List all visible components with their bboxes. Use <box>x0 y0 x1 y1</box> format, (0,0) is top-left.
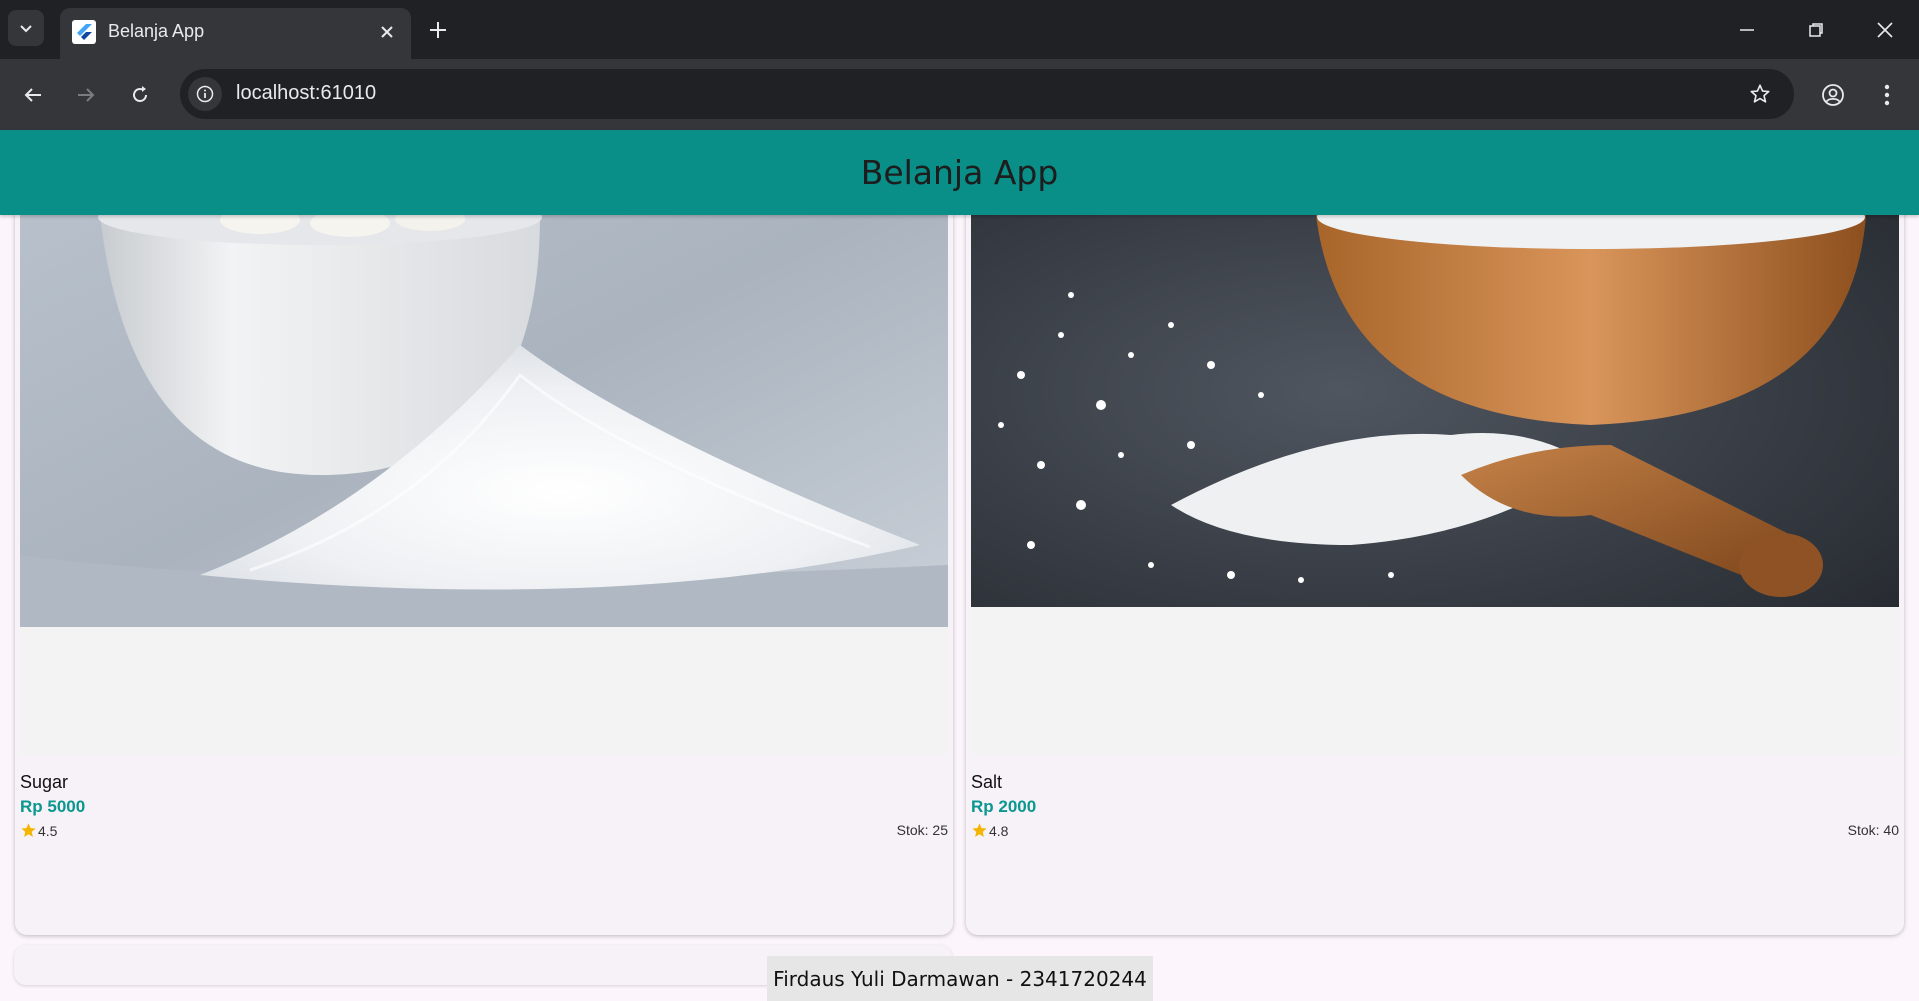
forward-icon <box>78 88 95 102</box>
sugar-image <box>20 215 948 627</box>
star-icon <box>21 823 36 837</box>
minimize-button[interactable] <box>1727 10 1767 50</box>
app-title: Belanja App <box>860 153 1059 192</box>
product-name: Salt <box>971 772 1003 792</box>
restore-button[interactable] <box>1796 10 1836 50</box>
profile-icon <box>1822 84 1844 106</box>
star-icon <box>972 823 987 837</box>
tab-title: Belanja App <box>108 21 205 41</box>
product-price: Rp 2000 <box>971 797 1037 816</box>
footer-text: Firdaus Yuli Darmawan - 2341720244 <box>773 966 1147 991</box>
reload-button[interactable] <box>120 75 160 115</box>
product-stock: Stok: 40 <box>1847 822 1899 838</box>
close-icon <box>381 26 393 38</box>
browser-tab[interactable]: Belanja App <box>60 8 411 59</box>
bookmark-button[interactable] <box>1744 78 1776 110</box>
forward-button[interactable] <box>66 75 106 115</box>
restore-icon <box>1809 23 1823 37</box>
tab-search-icon <box>20 25 32 33</box>
window-close-button[interactable] <box>1865 10 1905 50</box>
product-name: Sugar <box>20 772 69 792</box>
reload-icon <box>133 86 147 102</box>
product-rating: 4.8 <box>971 822 1008 839</box>
app-bar: Belanja App <box>0 130 1919 215</box>
plus-icon <box>430 22 446 38</box>
product-stock: Stok: 25 <box>896 822 948 838</box>
more-icon <box>1884 84 1890 106</box>
tab-close-button[interactable] <box>373 18 401 46</box>
product-image-area <box>20 215 948 755</box>
more-menu-button[interactable] <box>1867 75 1907 115</box>
product-card-salt[interactable]: Salt Rp 2000 4.8 Stok: 40 <box>966 215 1904 935</box>
star-outline-icon <box>1750 84 1770 103</box>
new-tab-button[interactable] <box>422 14 454 46</box>
browser-toolbar: localhost:61010 <box>0 59 1919 130</box>
flutter-favicon-icon <box>72 20 96 44</box>
tab-search-button[interactable] <box>8 10 44 46</box>
rating-value: 4.5 <box>38 822 58 839</box>
profile-button[interactable] <box>1813 75 1853 115</box>
footer-bar: Firdaus Yuli Darmawan - 2341720244 <box>767 956 1153 1001</box>
back-icon <box>24 88 41 102</box>
product-image-area <box>971 215 1899 755</box>
salt-image <box>971 215 1899 607</box>
address-bar[interactable]: localhost:61010 <box>180 69 1794 119</box>
rating-value: 4.8 <box>989 822 1009 839</box>
browser-tabstrip: Belanja App <box>0 0 1919 59</box>
window-close-icon <box>1877 22 1893 38</box>
site-info-button[interactable] <box>188 77 222 111</box>
back-button[interactable] <box>13 75 53 115</box>
url-text[interactable]: localhost:61010 <box>236 82 376 105</box>
product-grid: Sugar Rp 5000 4.5 Stok: 25 Salt Rp 2000 … <box>0 215 1919 1001</box>
product-rating: 4.5 <box>20 822 57 839</box>
info-icon <box>196 85 214 103</box>
product-price: Rp 5000 <box>20 797 86 816</box>
minimize-icon <box>1740 29 1754 31</box>
product-card-sugar[interactable]: Sugar Rp 5000 4.5 Stok: 25 <box>15 215 953 935</box>
